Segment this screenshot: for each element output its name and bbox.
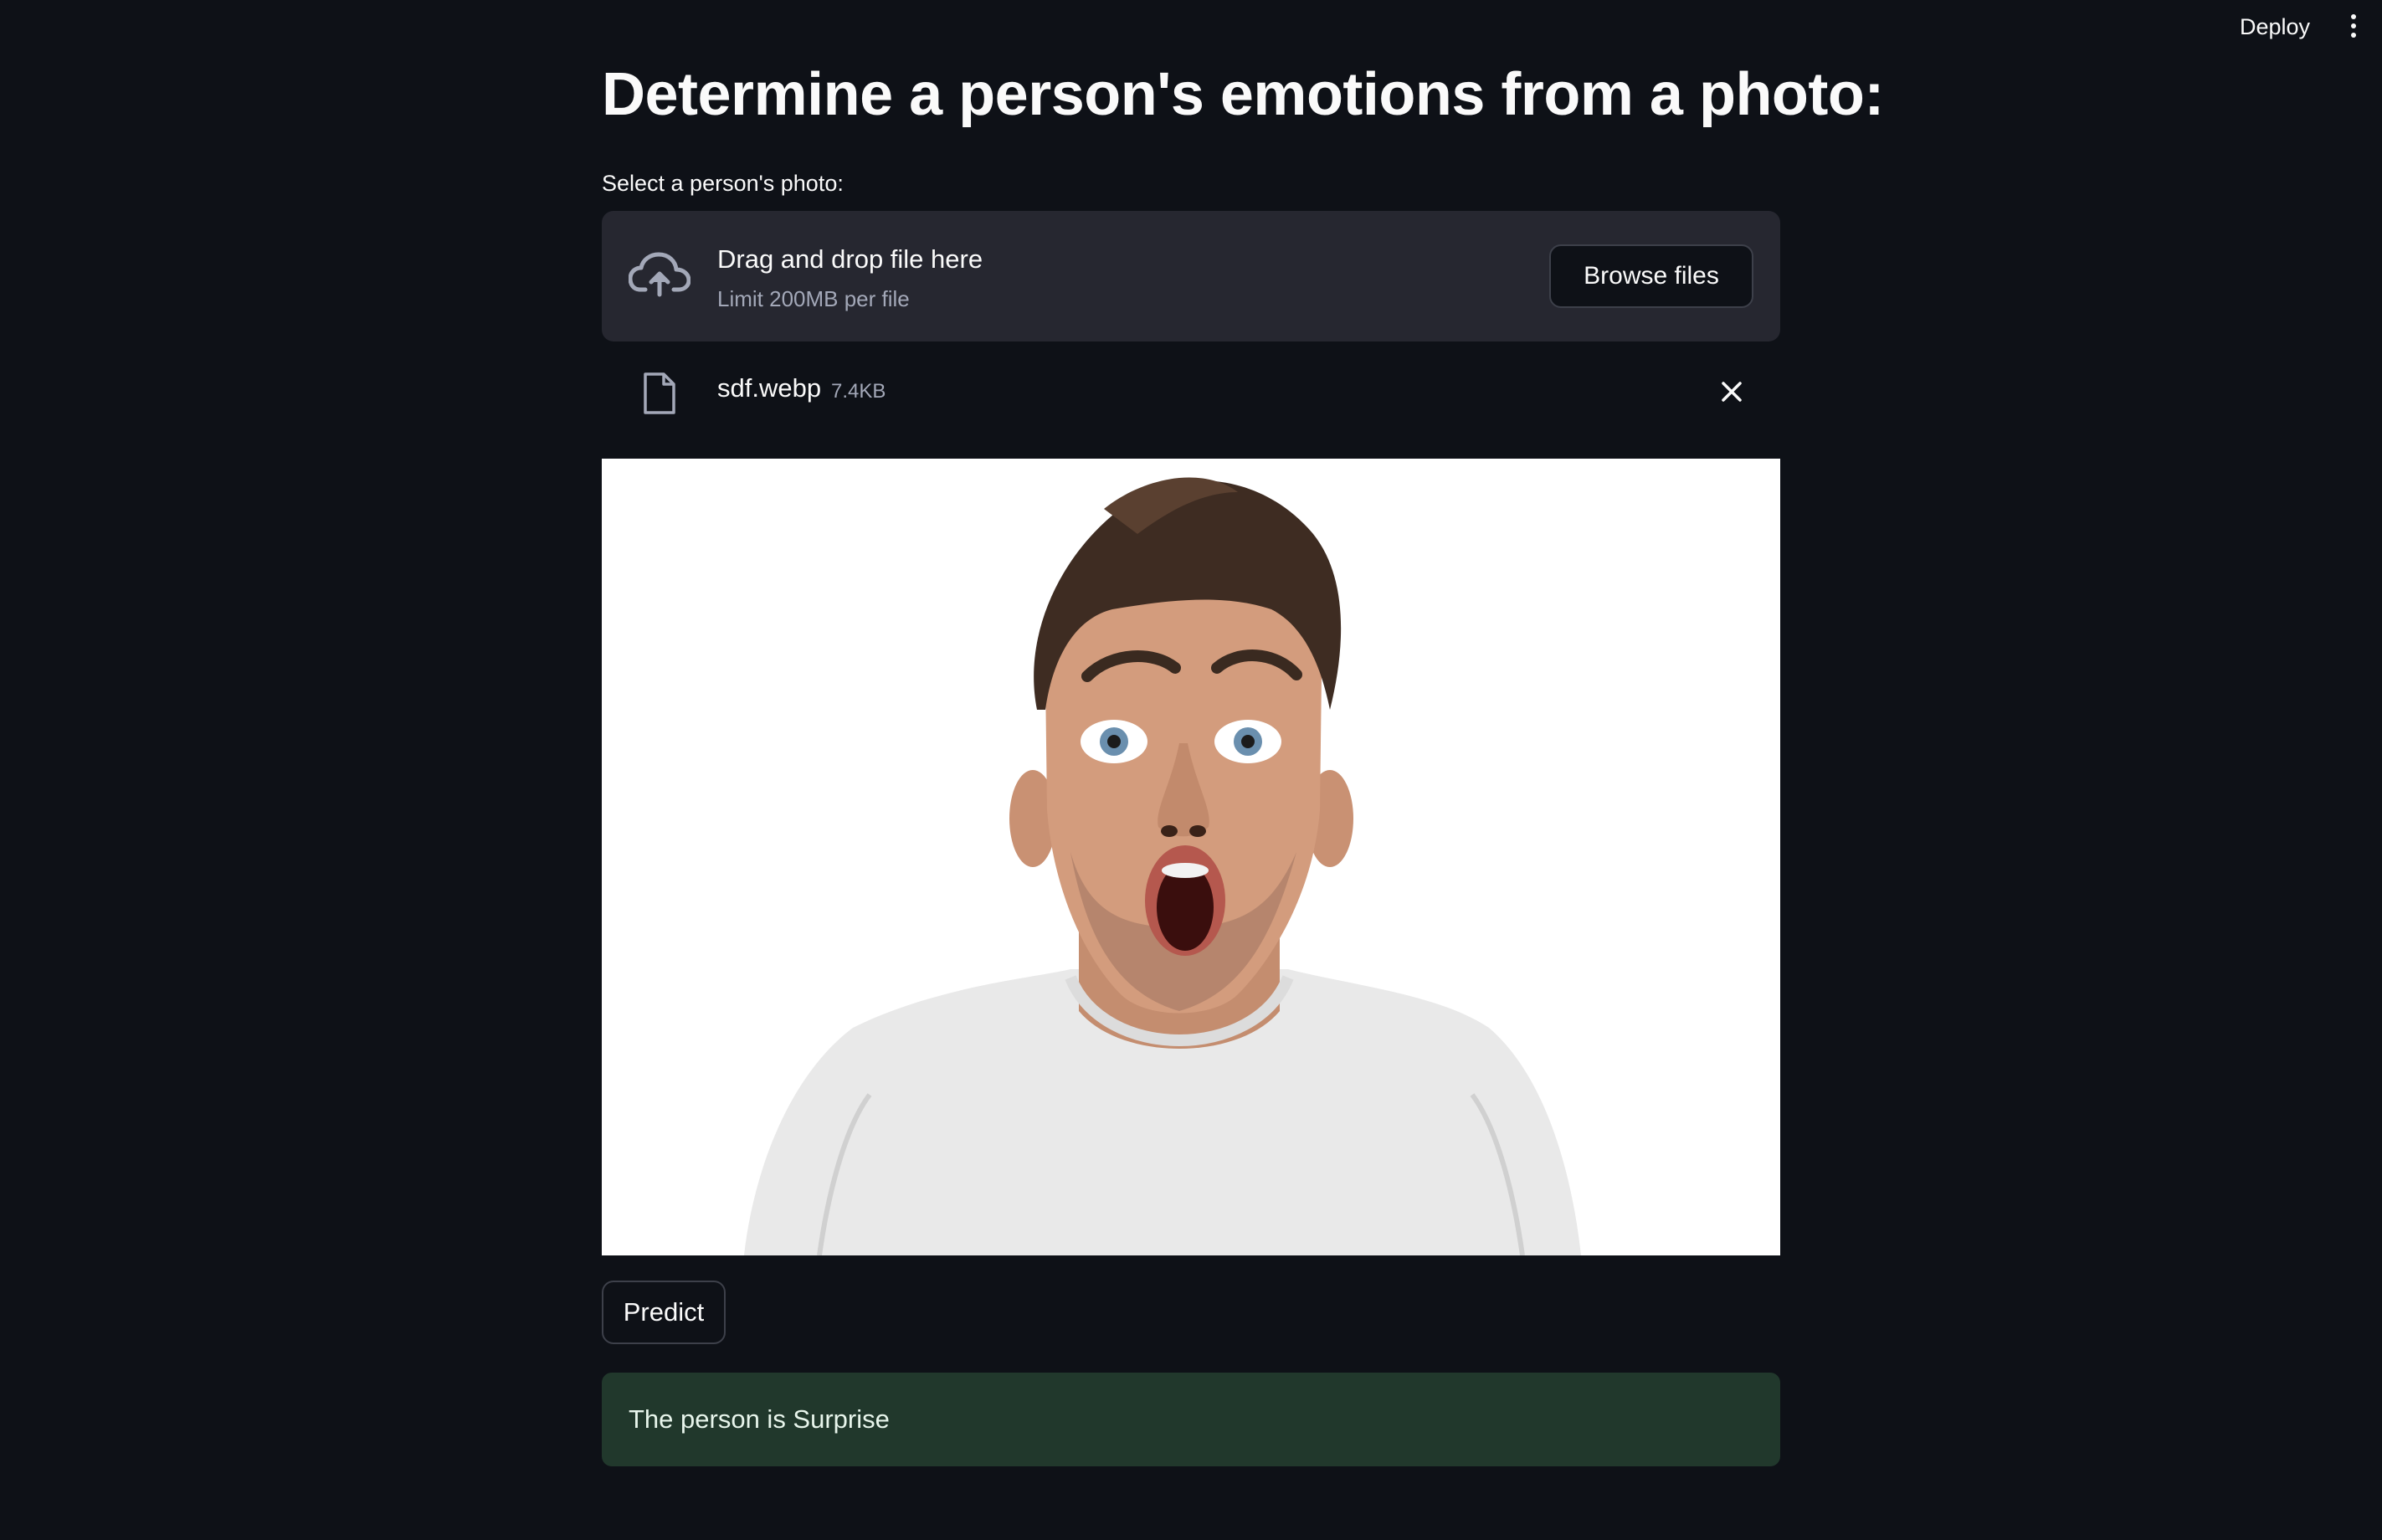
app-header: Deploy	[0, 0, 2382, 52]
success-alert: The person is Surprise	[602, 1373, 1780, 1466]
file-icon	[644, 372, 675, 414]
file-dropzone[interactable]: Drag and drop file here Limit 200MB per …	[602, 211, 1780, 341]
deploy-button[interactable]: Deploy	[2226, 10, 2323, 44]
main-menu-button[interactable]	[2337, 8, 2370, 44]
uploaded-file-row: sdf.webp 7.4KB	[602, 362, 1780, 422]
app-page: Deploy Determine a person's emotions fro…	[0, 0, 2382, 1540]
browse-files-button[interactable]: Browse files	[1549, 244, 1753, 308]
predict-button[interactable]: Predict	[602, 1281, 726, 1344]
prediction-result-text: The person is Surprise	[629, 1404, 890, 1434]
cloud-upload-icon	[629, 252, 690, 297]
uploaded-photo	[602, 459, 1780, 1255]
kebab-menu-icon	[2351, 14, 2356, 38]
surprised-man-image	[602, 459, 1780, 1255]
close-icon[interactable]	[1717, 377, 1747, 407]
dropzone-limit-text: Limit 200MB per file	[717, 286, 910, 311]
page-title: Determine a person's emotions from a pho…	[602, 61, 1884, 128]
uploaded-file-size: 7.4KB	[831, 380, 886, 403]
dropzone-title: Drag and drop file here	[717, 244, 983, 274]
uploaded-file-name: sdf.webp	[717, 373, 822, 403]
uploader-label: Select a person's photo:	[602, 171, 844, 196]
